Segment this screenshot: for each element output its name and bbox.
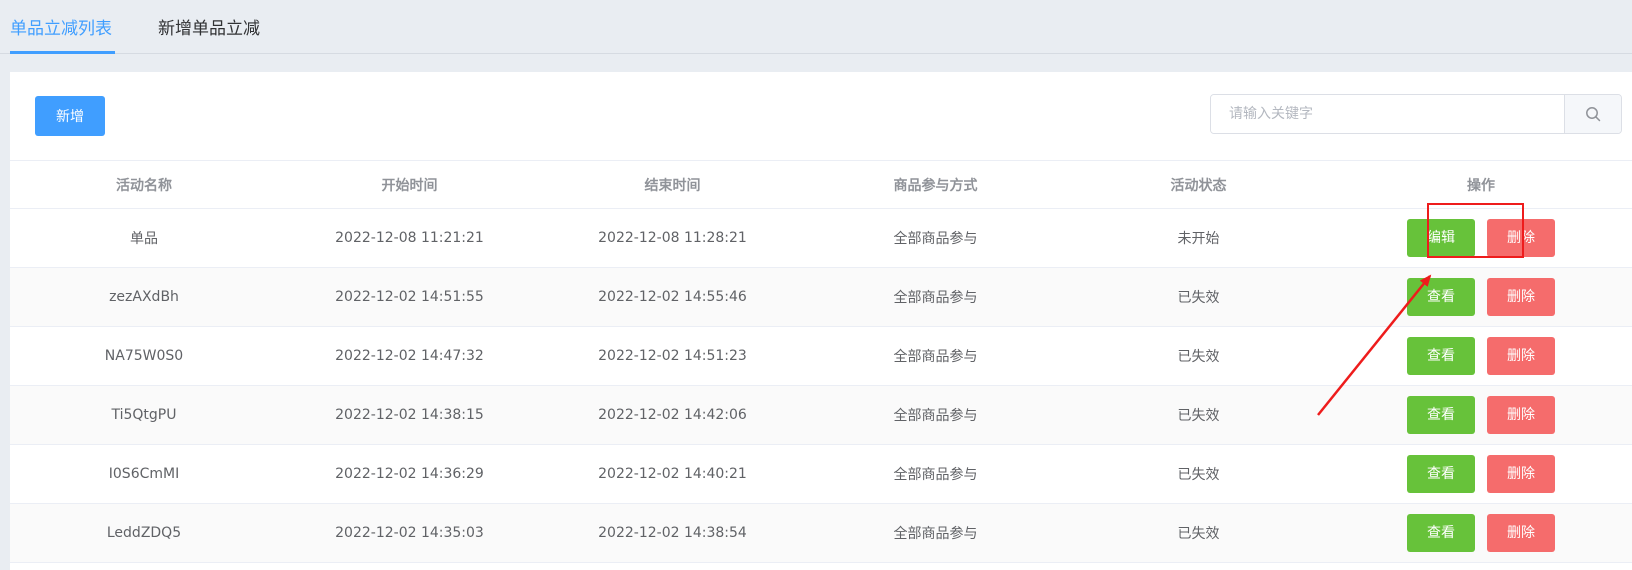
cell-status: 已失效	[1067, 267, 1330, 327]
table-row: NA75W0S0 2022-12-02 14:47:32 2022-12-02 …	[10, 326, 1632, 386]
header-participation-mode: 商品参与方式	[804, 160, 1067, 209]
header-end-time: 结束时间	[541, 160, 804, 209]
cell-end-time: 2022-12-02 14:42:06	[541, 385, 804, 445]
cell-participation-mode: 全部商品参与	[804, 208, 1067, 268]
cell-participation-mode: 全部商品参与	[804, 385, 1067, 445]
tab-add-single-discount[interactable]: 新增单品立减	[158, 16, 260, 42]
delete-button[interactable]: 删除	[1487, 514, 1555, 552]
cell-start-time: 2022-12-08 11:21:21	[278, 208, 541, 268]
delete-button[interactable]: 删除	[1487, 337, 1555, 375]
cell-start-time: 2022-12-02 14:47:32	[278, 326, 541, 386]
cell-end-time: 2022-12-02 14:40:21	[541, 444, 804, 504]
delete-button[interactable]: 删除	[1487, 455, 1555, 493]
search-box	[1210, 94, 1622, 134]
table-row: zezAXdBh 2022-12-02 14:51:55 2022-12-02 …	[10, 267, 1632, 327]
cell-participation-mode: 全部商品参与	[804, 326, 1067, 386]
active-tab-indicator	[10, 51, 115, 54]
view-button[interactable]: 查看	[1407, 455, 1475, 493]
header-activity-name: 活动名称	[10, 160, 278, 209]
cell-start-time: 2022-12-02 14:36:29	[278, 444, 541, 504]
cell-status: 已失效	[1067, 385, 1330, 445]
table-row: LeddZDQ5 2022-12-02 14:35:03 2022-12-02 …	[10, 503, 1632, 563]
cell-start-time: 2022-12-02 14:51:55	[278, 267, 541, 327]
cell-activity-name: NA75W0S0	[10, 326, 278, 386]
cell-participation-mode: 全部商品参与	[804, 503, 1067, 563]
cell-actions: 查看 删除	[1330, 444, 1632, 504]
delete-button[interactable]: 删除	[1487, 396, 1555, 434]
cell-end-time: 2022-12-08 11:28:21	[541, 208, 804, 268]
cell-start-time: 2022-12-02 14:35:03	[278, 503, 541, 563]
cell-actions: 查看 删除	[1330, 326, 1632, 386]
tab-single-discount-list[interactable]: 单品立减列表	[10, 16, 112, 42]
header-start-time: 开始时间	[278, 160, 541, 209]
view-button[interactable]: 查看	[1407, 337, 1475, 375]
cell-participation-mode: 全部商品参与	[804, 444, 1067, 504]
search-icon	[1586, 107, 1601, 122]
edit-highlight-box	[1427, 203, 1524, 258]
view-button[interactable]: 查看	[1407, 278, 1475, 316]
cell-activity-name: I0S6CmMI	[10, 444, 278, 504]
cell-end-time: 2022-12-02 14:51:23	[541, 326, 804, 386]
view-button[interactable]: 查看	[1407, 514, 1475, 552]
cell-end-time: 2022-12-02 14:55:46	[541, 267, 804, 327]
main-panel: 新增 活动名称 开始时间 结束时间 商品参与方式 活动状态 操作	[10, 72, 1632, 570]
add-button[interactable]: 新增	[35, 96, 105, 136]
delete-button[interactable]: 删除	[1487, 278, 1555, 316]
cell-status: 已失效	[1067, 444, 1330, 504]
cell-activity-name: LeddZDQ5	[10, 503, 278, 563]
cell-actions: 查看 删除	[1330, 503, 1632, 563]
cell-participation-mode: 全部商品参与	[804, 267, 1067, 327]
table-row: I0S6CmMI 2022-12-02 14:36:29 2022-12-02 …	[10, 444, 1632, 504]
header-actions: 操作	[1330, 160, 1632, 209]
cell-activity-name: zezAXdBh	[10, 267, 278, 327]
search-button[interactable]	[1564, 95, 1621, 133]
tab-bar: 单品立减列表 新增单品立减	[0, 0, 1632, 54]
activity-table: 活动名称 开始时间 结束时间 商品参与方式 活动状态 操作 单品 2022-12…	[10, 160, 1632, 563]
table-header-row: 活动名称 开始时间 结束时间 商品参与方式 活动状态 操作	[10, 160, 1632, 209]
cell-activity-name: 单品	[10, 208, 278, 268]
cell-actions: 查看 删除	[1330, 385, 1632, 445]
cell-actions: 查看 删除	[1330, 267, 1632, 327]
search-input[interactable]	[1211, 95, 1564, 133]
header-activity-status: 活动状态	[1067, 160, 1330, 209]
table-row: Ti5QtgPU 2022-12-02 14:38:15 2022-12-02 …	[10, 385, 1632, 445]
cell-start-time: 2022-12-02 14:38:15	[278, 385, 541, 445]
table-row: 单品 2022-12-08 11:21:21 2022-12-08 11:28:…	[10, 208, 1632, 268]
view-button[interactable]: 查看	[1407, 396, 1475, 434]
cell-status: 已失效	[1067, 326, 1330, 386]
cell-status: 未开始	[1067, 208, 1330, 268]
cell-end-time: 2022-12-02 14:38:54	[541, 503, 804, 563]
cell-activity-name: Ti5QtgPU	[10, 385, 278, 445]
cell-status: 已失效	[1067, 503, 1330, 563]
